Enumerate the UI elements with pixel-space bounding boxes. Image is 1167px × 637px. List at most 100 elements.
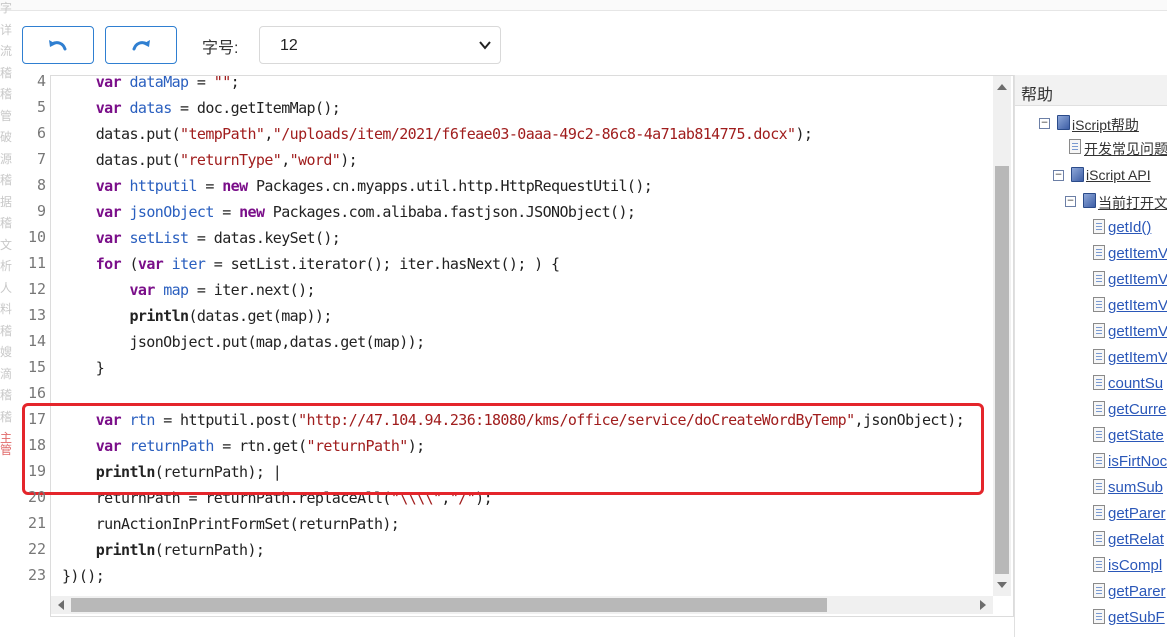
help-tree-item[interactable]: getParer bbox=[1015, 503, 1167, 525]
background-char: 详 bbox=[0, 22, 13, 37]
book-icon bbox=[1083, 193, 1096, 208]
code-line[interactable]: println(datas.get(map)); bbox=[62, 307, 332, 325]
help-tree-label[interactable]: getCurre bbox=[1108, 401, 1166, 418]
left-background-text: 字详流稽稽管破源稽据稽文析人料稽嫂滴稽稽主管 bbox=[0, 0, 14, 637]
help-tree-item[interactable]: countSu bbox=[1015, 373, 1167, 395]
background-char: 据 bbox=[0, 194, 13, 209]
help-tree-item[interactable]: isFirtNoc bbox=[1015, 451, 1167, 473]
help-tree-item[interactable]: isCompl bbox=[1015, 555, 1167, 577]
help-tree-item[interactable]: getCurre bbox=[1015, 399, 1167, 421]
scroll-down-arrow-icon[interactable] bbox=[997, 582, 1007, 588]
background-char: 主管 bbox=[0, 431, 13, 457]
code-line[interactable]: datas.put("tempPath","/uploads/item/2021… bbox=[62, 125, 813, 143]
help-tree-label[interactable]: iScript帮助 bbox=[1072, 115, 1139, 135]
background-char: 文 bbox=[0, 237, 13, 252]
code-line[interactable]: var datas = doc.getItemMap(); bbox=[62, 99, 341, 117]
code-line[interactable]: var setList = datas.keySet(); bbox=[62, 229, 341, 247]
page-icon bbox=[1093, 401, 1105, 416]
font-size-select[interactable]: 12 bbox=[259, 26, 501, 64]
help-tree-label[interactable]: getItemV bbox=[1108, 323, 1167, 340]
code-line[interactable]: jsonObject.put(map,datas.get(map)); bbox=[62, 333, 425, 351]
help-tree-label[interactable]: 开发常见问题 bbox=[1084, 139, 1167, 159]
help-title: 帮助 bbox=[1021, 87, 1054, 104]
help-tree-label[interactable]: iScript API bbox=[1086, 167, 1151, 183]
help-tree-label[interactable]: getItemV bbox=[1108, 349, 1167, 366]
help-tree-label[interactable]: countSu bbox=[1108, 375, 1163, 392]
horizontal-scrollbar[interactable] bbox=[51, 596, 993, 614]
help-tree-item[interactable]: − iScript帮助 bbox=[1015, 113, 1167, 135]
background-char: 稽 bbox=[0, 173, 13, 187]
line-number: 12 bbox=[27, 280, 46, 298]
scroll-up-arrow-icon[interactable] bbox=[997, 84, 1007, 90]
help-tree-item[interactable]: getRelat bbox=[1015, 529, 1167, 551]
collapse-toggle-icon[interactable]: − bbox=[1065, 196, 1076, 207]
help-tree-item[interactable]: − 当前打开文档 bbox=[1015, 191, 1167, 213]
code-line[interactable]: println(returnPath); bbox=[62, 541, 265, 559]
help-tree-label[interactable]: isFirtNoc bbox=[1108, 453, 1167, 470]
help-tree-label[interactable]: getItemV bbox=[1108, 271, 1167, 288]
help-tree-item[interactable]: getState bbox=[1015, 425, 1167, 447]
horizontal-scroll-thumb[interactable] bbox=[71, 598, 827, 612]
code-line[interactable]: var rtn = httputil.post("http://47.104.9… bbox=[62, 411, 965, 429]
code-line[interactable]: returnPath = returnPath.replaceAll("\\\\… bbox=[62, 489, 493, 507]
help-tree-item[interactable]: getSubF bbox=[1015, 607, 1167, 629]
redo-button[interactable] bbox=[105, 26, 177, 64]
help-tree-label[interactable]: getItemV bbox=[1108, 245, 1167, 262]
code-line[interactable]: for (var iter = setList.iterator(); iter… bbox=[62, 255, 560, 273]
line-number: 20 bbox=[27, 488, 46, 506]
help-tree-label[interactable]: getState bbox=[1108, 427, 1164, 444]
code-editor[interactable]: var dataMap = ""; var datas = doc.getIte… bbox=[50, 75, 1014, 617]
page-icon bbox=[1093, 219, 1105, 234]
help-header: 帮助 bbox=[1015, 75, 1167, 106]
background-char: 破 bbox=[0, 130, 13, 144]
help-tree-item[interactable]: getItemV bbox=[1015, 295, 1167, 317]
help-tree-label[interactable]: getParer bbox=[1108, 505, 1166, 522]
help-panel: 帮助 − iScript帮助开发常见问题 − iScript API − 当前打开文档 ge… bbox=[1014, 75, 1167, 637]
page-icon bbox=[1093, 609, 1105, 624]
undo-button[interactable] bbox=[22, 26, 94, 64]
code-line[interactable]: datas.put("returnType","word"); bbox=[62, 151, 358, 169]
line-number: 17 bbox=[27, 410, 46, 428]
help-tree-label[interactable]: getRelat bbox=[1108, 531, 1164, 548]
background-char: 稽 bbox=[0, 388, 13, 402]
help-tree-item[interactable]: getItemV bbox=[1015, 269, 1167, 291]
help-tree-label[interactable]: isCompl bbox=[1108, 557, 1162, 574]
background-char: 稽 bbox=[0, 216, 13, 230]
collapse-toggle-icon[interactable]: − bbox=[1053, 170, 1064, 181]
help-tree-item[interactable]: getItemV bbox=[1015, 243, 1167, 265]
help-tree-label[interactable]: sumSub bbox=[1108, 479, 1163, 496]
vertical-scroll-thumb[interactable] bbox=[995, 166, 1009, 574]
code-line[interactable]: var returnPath = rtn.get("returnPath"); bbox=[62, 437, 425, 455]
help-tree-item[interactable]: getId() bbox=[1015, 217, 1167, 239]
line-number: 14 bbox=[27, 332, 46, 350]
code-line[interactable]: var map = iter.next(); bbox=[62, 281, 315, 299]
code-line[interactable]: } bbox=[62, 359, 105, 377]
background-char: 人 bbox=[0, 280, 13, 295]
help-tree-item[interactable]: getParer bbox=[1015, 581, 1167, 603]
code-line[interactable]: var dataMap = ""; bbox=[62, 76, 240, 91]
line-number: 16 bbox=[27, 384, 46, 402]
help-tree-item[interactable]: sumSub bbox=[1015, 477, 1167, 499]
help-tree-item[interactable]: getItemV bbox=[1015, 347, 1167, 369]
scroll-left-arrow-icon[interactable] bbox=[58, 600, 64, 610]
code-line[interactable]: runActionInPrintFormSet(returnPath); bbox=[62, 515, 400, 533]
code-line[interactable]: println(returnPath); | bbox=[62, 463, 282, 481]
background-char: 流 bbox=[0, 44, 13, 58]
help-tree-item[interactable]: 开发常见问题 bbox=[1015, 137, 1167, 159]
help-tree-label[interactable]: 当前打开文档 bbox=[1098, 193, 1167, 213]
code-line[interactable]: })(); bbox=[62, 567, 105, 585]
code-line[interactable]: var httputil = new Packages.cn.myapps.ut… bbox=[62, 177, 653, 195]
scroll-right-arrow-icon[interactable] bbox=[980, 600, 986, 610]
help-tree-label[interactable]: getSubF bbox=[1108, 609, 1165, 626]
page-icon bbox=[1093, 583, 1105, 598]
page-icon bbox=[1093, 531, 1105, 546]
vertical-scrollbar[interactable] bbox=[993, 76, 1011, 596]
code-line[interactable]: var jsonObject = new Packages.com.alibab… bbox=[62, 203, 636, 221]
help-tree-label[interactable]: getItemV bbox=[1108, 297, 1167, 314]
help-tree-label[interactable]: getParer bbox=[1108, 583, 1166, 600]
help-tree-label[interactable]: getId() bbox=[1108, 219, 1151, 236]
help-tree-item[interactable]: − iScript API bbox=[1015, 165, 1167, 187]
collapse-toggle-icon[interactable]: − bbox=[1039, 118, 1050, 129]
help-tree-item[interactable]: getItemV bbox=[1015, 321, 1167, 343]
page-icon bbox=[1093, 505, 1105, 520]
